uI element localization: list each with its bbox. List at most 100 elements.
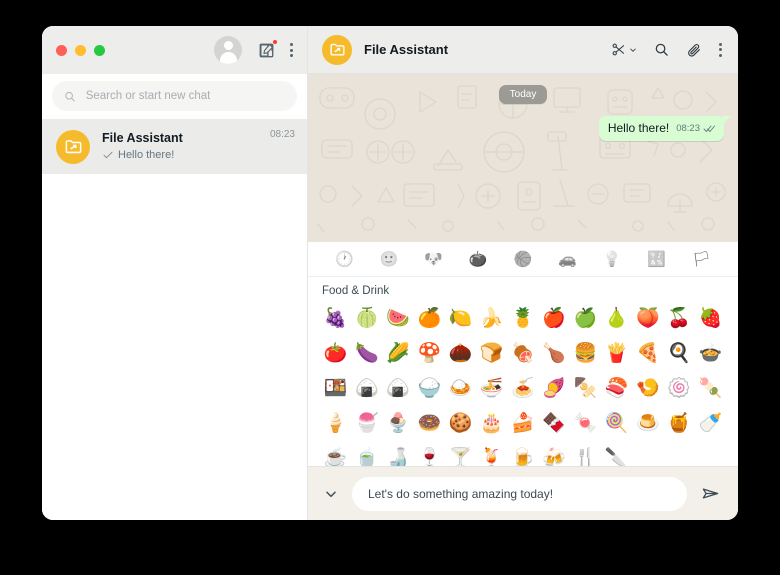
emoji-cell[interactable]: 🍩 <box>414 407 445 440</box>
emoji-cell[interactable]: 🍑 <box>632 302 663 335</box>
message-time: 08:23 <box>676 123 700 134</box>
chevron-down-icon <box>326 491 336 497</box>
emoji-cell[interactable]: 🍯 <box>664 407 695 440</box>
emoji-cell[interactable]: 🍸 <box>445 442 476 466</box>
emoji-tab-objects[interactable]: 💡 <box>603 252 622 267</box>
emoji-cell[interactable]: 🍬 <box>570 407 601 440</box>
emoji-cell[interactable]: 🍟 <box>601 337 632 370</box>
sidebar-header <box>42 26 307 74</box>
emoji-cell[interactable]: 🍖 <box>507 337 538 370</box>
emoji-cell[interactable]: 🔪 <box>601 442 632 466</box>
emoji-cell[interactable]: 🍊 <box>414 302 445 335</box>
emoji-tab-animals-nature[interactable]: 🐶 <box>424 252 443 267</box>
emoji-cell[interactable]: 🍵 <box>351 442 382 466</box>
emoji-cell[interactable]: 🍡 <box>695 372 726 405</box>
emoji-tab-flags[interactable]: 🏳 <box>692 252 711 267</box>
emoji-cell[interactable]: 🍙 <box>351 372 382 405</box>
emoji-cell[interactable]: 🍗 <box>539 337 570 370</box>
attach-button[interactable] <box>686 42 702 58</box>
emoji-cell[interactable]: 🍮 <box>632 407 663 440</box>
close-window-button[interactable] <box>56 44 67 56</box>
emoji-cell[interactable]: 🍤 <box>632 372 663 405</box>
emoji-cell[interactable]: 🍧 <box>351 407 382 440</box>
emoji-cell[interactable]: 🍭 <box>601 407 632 440</box>
emoji-cell[interactable]: 🍞 <box>476 337 507 370</box>
message-meta: 08:23 <box>676 122 716 136</box>
emoji-cell[interactable]: 🍚 <box>414 372 445 405</box>
emoji-cell[interactable]: 🍇 <box>320 302 351 335</box>
search-box[interactable] <box>52 81 297 111</box>
emoji-cell[interactable]: 🍴 <box>570 442 601 466</box>
emoji-cell[interactable]: 🍣 <box>601 372 632 405</box>
emoji-cell[interactable]: 🍛 <box>445 372 476 405</box>
emoji-tab-recent[interactable]: 🕐 <box>335 252 354 267</box>
sidebar-menu-button[interactable] <box>290 43 293 57</box>
emoji-cell[interactable]: 🌽 <box>382 337 413 370</box>
chat-list-item-file-assistant[interactable]: File Assistant Hello there! 08:23 <box>42 119 307 174</box>
chat-menu-button[interactable] <box>719 42 722 57</box>
emoji-cell[interactable]: 🍅 <box>320 337 351 370</box>
emoji-cell[interactable]: ☕ <box>320 442 351 466</box>
emoji-cell[interactable]: 🍌 <box>476 302 507 335</box>
emoji-cell[interactable]: 🍉 <box>382 302 413 335</box>
emoji-cell[interactable]: 🍔 <box>570 337 601 370</box>
emoji-panel-toggle-button[interactable] <box>324 487 338 501</box>
emoji-cell[interactable]: 🍦 <box>320 407 351 440</box>
emoji-cell[interactable]: 🍱 <box>320 372 351 405</box>
emoji-cell[interactable]: 🍲 <box>695 337 726 370</box>
chat-item-time: 08:23 <box>269 129 295 140</box>
emoji-cell[interactable]: 🍓 <box>695 302 726 335</box>
emoji-cell[interactable]: 🎂 <box>476 407 507 440</box>
emoji-cell[interactable]: 🍆 <box>351 337 382 370</box>
new-chat-button[interactable] <box>256 39 278 60</box>
emoji-cell[interactable]: 🍜 <box>476 372 507 405</box>
emoji-cell[interactable]: 🍻 <box>539 442 570 466</box>
emoji-cell[interactable]: 🍙 <box>382 372 413 405</box>
emoji-cell[interactable]: 🍫 <box>539 407 570 440</box>
emoji-cell[interactable]: 🍏 <box>570 302 601 335</box>
chat-item-snippet-row: Hello there! <box>102 147 258 163</box>
minimize-window-button[interactable] <box>75 44 86 56</box>
emoji-cell[interactable]: 🍼 <box>695 407 726 440</box>
emoji-cell[interactable]: 🍹 <box>476 442 507 466</box>
emoji-cell[interactable]: 🍠 <box>539 372 570 405</box>
emoji-cell[interactable]: 🍄 <box>414 337 445 370</box>
chevron-down-icon <box>630 48 636 52</box>
emoji-cell[interactable]: 🍎 <box>539 302 570 335</box>
folder-share-icon <box>329 43 345 56</box>
emoji-cell[interactable]: 🍕 <box>632 337 663 370</box>
chat-search-button[interactable] <box>654 42 669 57</box>
emoji-cell[interactable]: 🍰 <box>507 407 538 440</box>
emoji-cell[interactable]: 🍺 <box>507 442 538 466</box>
emoji-cell[interactable]: 🍥 <box>664 372 695 405</box>
emoji-cell[interactable]: 🍈 <box>351 302 382 335</box>
emoji-tab-smileys-people[interactable]: 🙂 <box>380 252 399 267</box>
traffic-lights <box>56 44 105 56</box>
emoji-grid: 🍇 🍈 🍉 🍊 🍋 🍌 🍍 🍎 🍏 🍐 🍑 🍒 🍓 🍅 🍆 🌽 🍄 🌰 🍞 🍖 🍗 🍔 🍟 🍕 🍳 🍲 🍱 🍙 🍙 🍚 🍛 🍜 🍝 🍠 🍢 🍣 🍤 🍥 🍡 🍦… <box>308 302 738 466</box>
scissors-dropdown-button[interactable] <box>611 42 637 57</box>
message-input[interactable] <box>352 476 687 511</box>
emoji-cell[interactable]: 🍝 <box>507 372 538 405</box>
message-bubble[interactable]: Hello there! 08:23 <box>598 116 732 141</box>
emoji-cell[interactable]: 🍳 <box>664 337 695 370</box>
chat-header-avatar[interactable] <box>322 34 352 65</box>
emoji-cell[interactable]: 🍋 <box>445 302 476 335</box>
emoji-cell[interactable]: 🍒 <box>664 302 695 335</box>
emoji-cell[interactable]: 🍨 <box>382 407 413 440</box>
send-button[interactable] <box>701 484 720 503</box>
emoji-tab-travel-places[interactable]: 🚗 <box>558 252 577 267</box>
emoji-cell[interactable]: 🍷 <box>414 442 445 466</box>
send-icon <box>702 488 719 499</box>
search-input[interactable] <box>85 90 285 102</box>
emoji-cell[interactable]: 🍢 <box>570 372 601 405</box>
emoji-cell[interactable]: 🍶 <box>382 442 413 466</box>
emoji-tab-food-drink[interactable]: 🍅 <box>469 252 488 267</box>
emoji-cell[interactable]: 🍍 <box>507 302 538 335</box>
emoji-tab-activity[interactable]: 🏀 <box>513 252 532 267</box>
emoji-cell[interactable]: 🍐 <box>601 302 632 335</box>
emoji-tab-symbols[interactable]: 🔣 <box>647 252 666 267</box>
maximize-window-button[interactable] <box>94 44 105 56</box>
emoji-cell[interactable]: 🌰 <box>445 337 476 370</box>
emoji-cell[interactable]: 🍪 <box>445 407 476 440</box>
profile-avatar[interactable] <box>214 36 242 64</box>
